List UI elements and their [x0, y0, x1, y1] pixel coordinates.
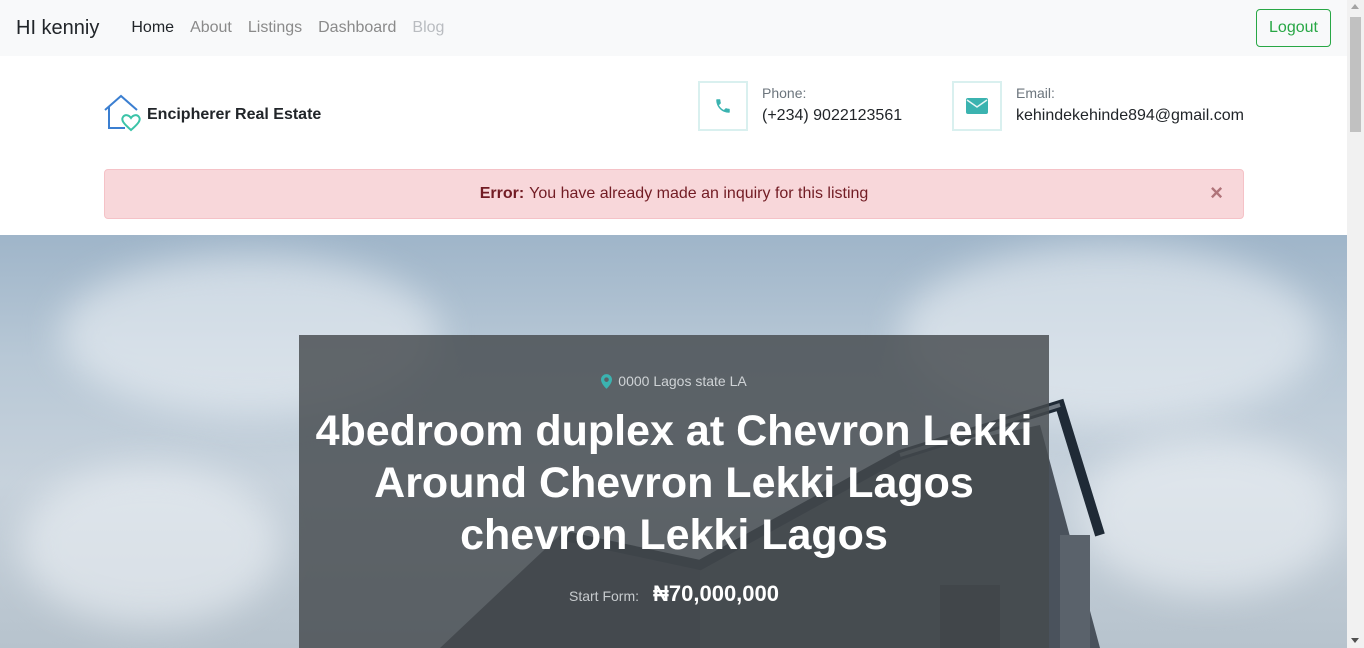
nav-link-blog: Blog	[412, 19, 445, 36]
email-label: Email:	[1016, 85, 1055, 101]
scroll-up-icon[interactable]	[1351, 4, 1359, 9]
close-icon[interactable]: ×	[1210, 182, 1223, 204]
listing-title: 4bedroom duplex at Chevron Lekki Around …	[315, 407, 1033, 559]
phone-icon	[698, 81, 748, 131]
listing-overlay: 0000 Lagos state LA 4bedroom duplex at C…	[299, 335, 1049, 648]
navbar-brand[interactable]: HI kenniy	[16, 17, 99, 40]
site-header: Encipherer Real Estate Phone: (+234) 902…	[0, 56, 1347, 235]
site-logo[interactable]: Encipherer Real Estate	[103, 92, 321, 137]
vertical-scrollbar[interactable]	[1347, 0, 1364, 648]
logout-button[interactable]: Logout	[1256, 9, 1331, 47]
nav-link-about[interactable]: About	[182, 19, 240, 37]
phone-contact: Phone: (+234) 9022123561	[698, 81, 902, 131]
nav-link-home[interactable]: Home	[123, 19, 182, 37]
email-value: kehindekehinde894@gmail.com	[1016, 107, 1244, 124]
alert-prefix: Error:	[479, 185, 525, 202]
nav-links: Home About Listings Dashboard Blog	[123, 19, 452, 37]
map-marker-icon	[601, 373, 613, 389]
scroll-down-icon[interactable]	[1351, 638, 1359, 643]
listing-hero: 0000 Lagos state LA 4bedroom duplex at C…	[0, 235, 1347, 648]
envelope-icon	[952, 81, 1002, 131]
phone-value: (+234) 9022123561	[762, 107, 903, 124]
site-name: Encipherer Real Estate	[147, 105, 322, 123]
nav-link-dashboard[interactable]: Dashboard	[310, 19, 404, 37]
top-navbar: HI kenniy Home About Listings Dashboard …	[0, 0, 1347, 56]
listing-location: 0000 Lagos state LA	[299, 373, 1049, 389]
price-row: Start Form: ₦70,000,000	[299, 581, 1049, 607]
listing-price: ₦70,000,000	[653, 581, 779, 606]
nav-link-listings[interactable]: Listings	[240, 19, 310, 37]
scroll-thumb[interactable]	[1350, 17, 1361, 132]
phone-label: Phone:	[762, 85, 807, 101]
location-text: 0000 Lagos state LA	[618, 373, 747, 389]
alert-message: You have already made an inquiry for thi…	[529, 185, 869, 202]
price-label: Start Form:	[568, 588, 639, 604]
email-contact: Email: kehindekehinde894@gmail.com	[952, 81, 1244, 131]
house-heart-icon	[103, 92, 143, 137]
error-alert: Error: You have already made an inquiry …	[104, 169, 1244, 219]
